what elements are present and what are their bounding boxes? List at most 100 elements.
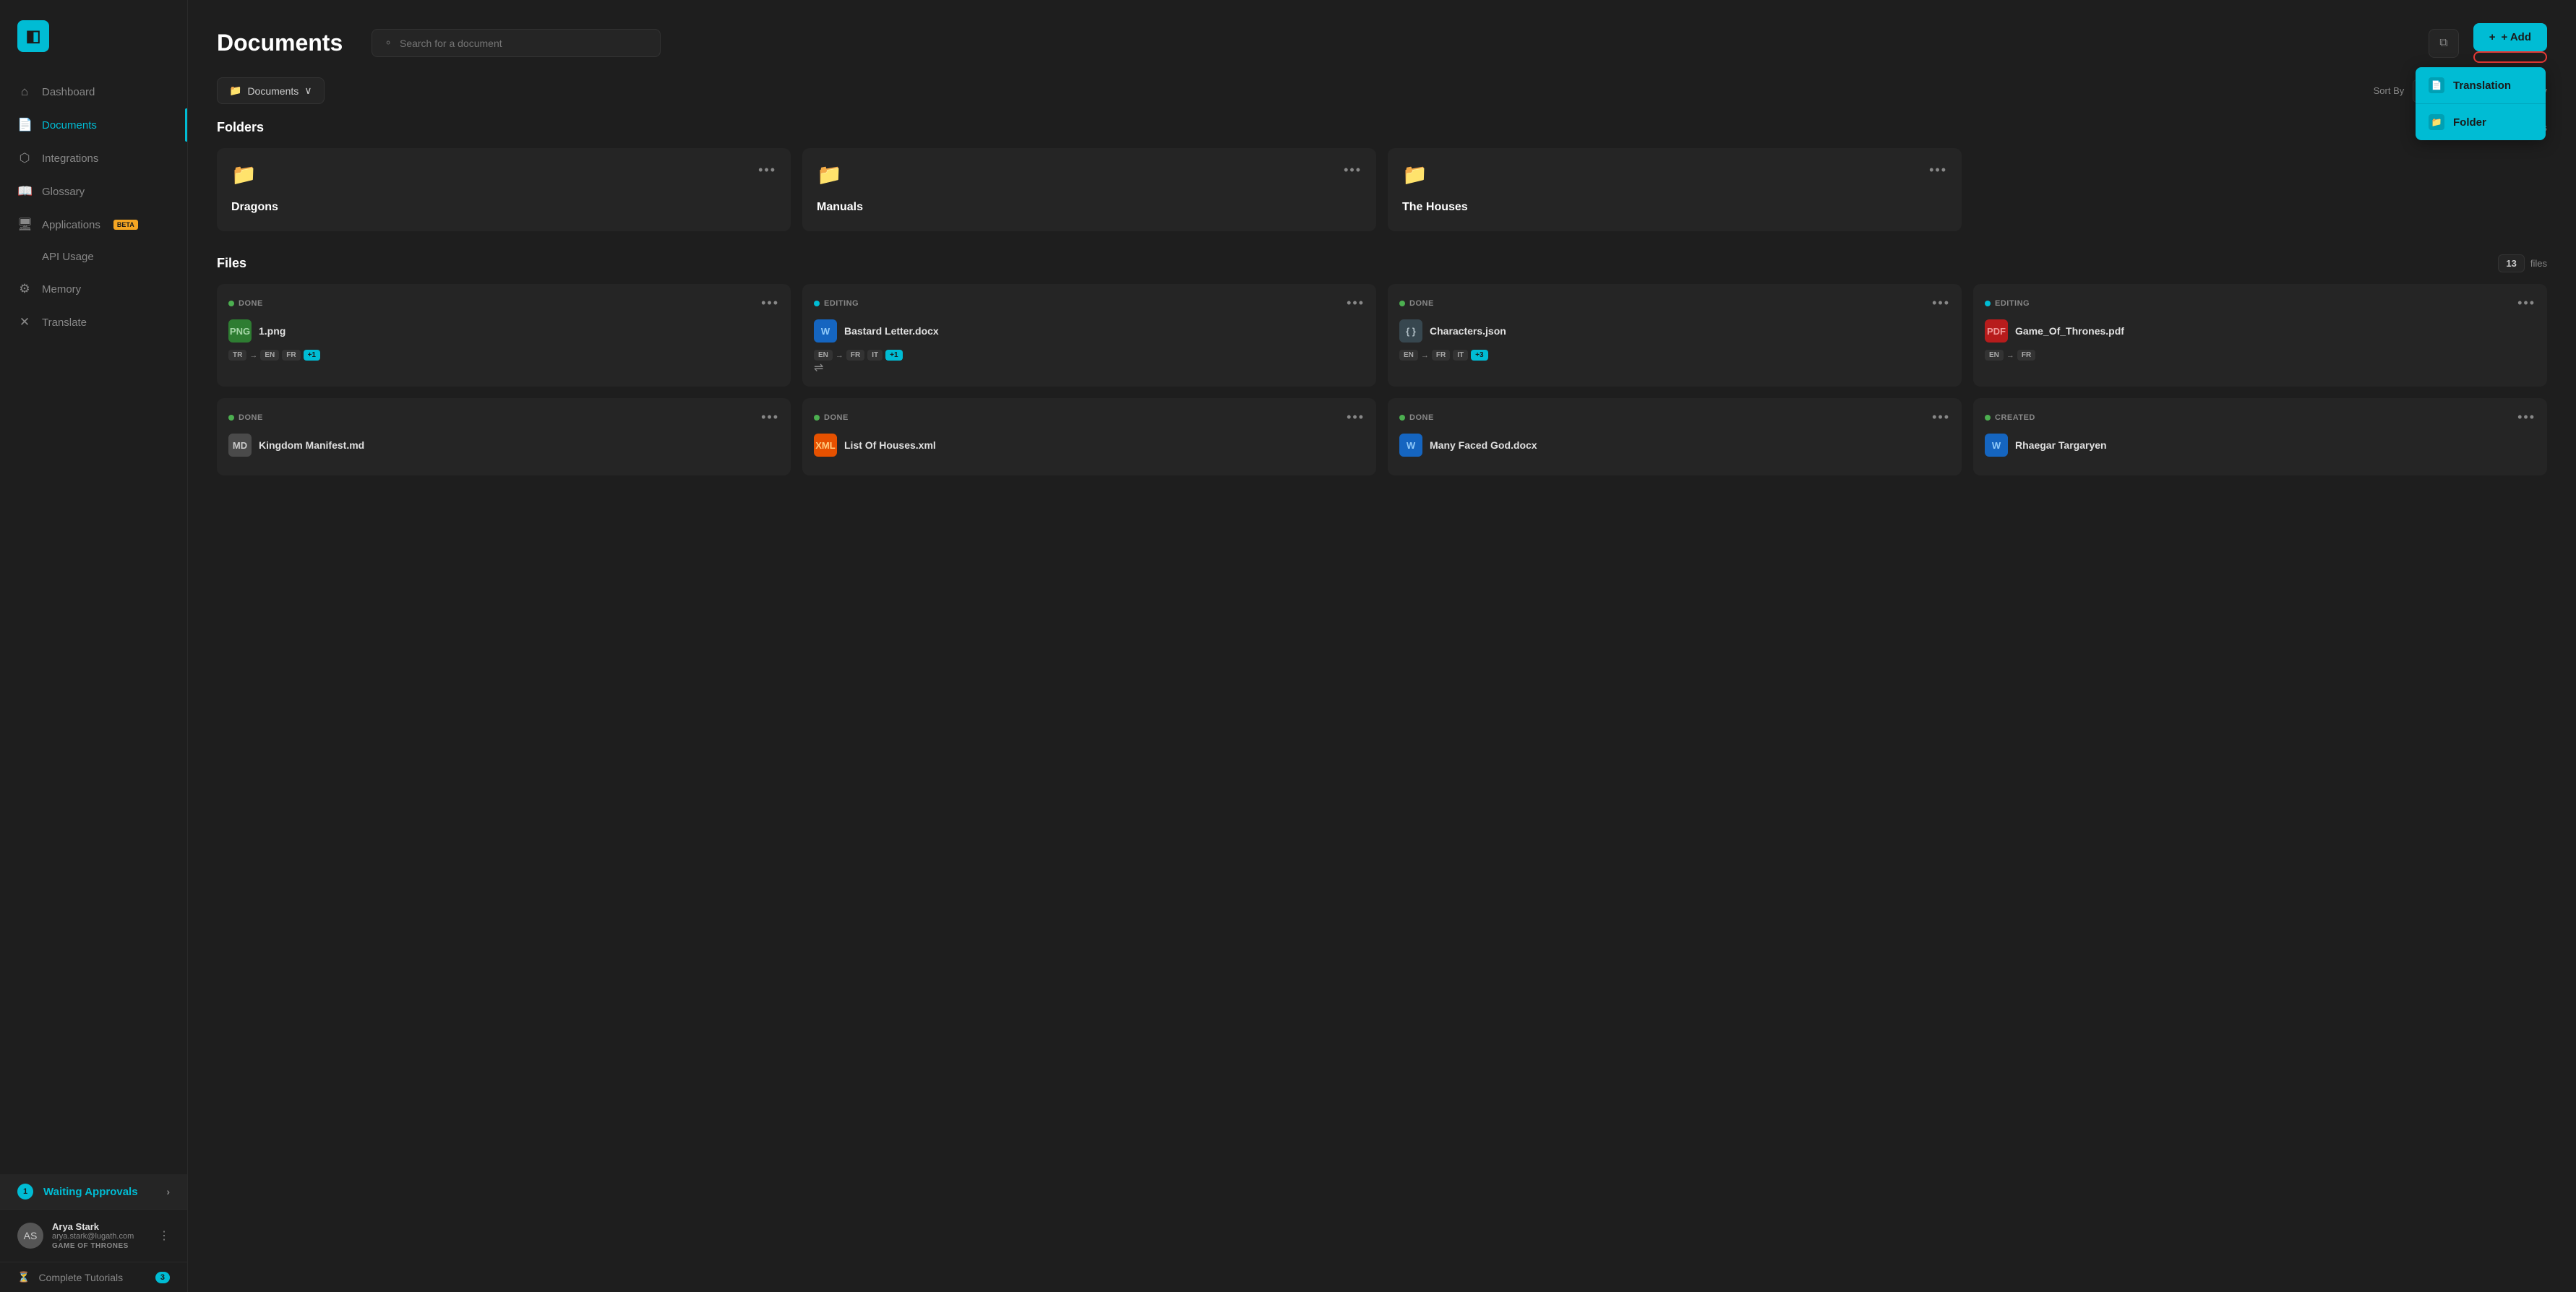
status-badge: DONE bbox=[228, 413, 263, 422]
add-button[interactable]: + + Add bbox=[2473, 23, 2547, 51]
folder-name: Dragons bbox=[231, 201, 776, 214]
folder-options-button[interactable]: ••• bbox=[1929, 163, 1947, 178]
sidebar-item-memory[interactable]: ⚙Memory bbox=[0, 272, 187, 306]
app-logo[interactable]: ◧ bbox=[17, 20, 49, 52]
filter-button[interactable]: ⧉ bbox=[2429, 29, 2458, 58]
file-card[interactable]: DONE ••• XML List Of Houses.xml bbox=[802, 398, 1376, 475]
file-card[interactable]: DONE ••• MD Kingdom Manifest.md bbox=[217, 398, 791, 475]
sidebar-item-integrations[interactable]: ⬡Integrations bbox=[0, 142, 187, 175]
file-card-top: DONE ••• bbox=[228, 296, 779, 311]
folders-title: Folders bbox=[217, 120, 264, 135]
folder-card[interactable]: 📁 ••• Dragons bbox=[217, 148, 791, 231]
folder-breadcrumb-icon: 📁 bbox=[229, 85, 241, 97]
file-card[interactable]: CREATED ••• W Rhaegar Targaryen bbox=[1973, 398, 2547, 475]
file-icon-area: W Rhaegar Targaryen bbox=[1985, 434, 2536, 457]
file-name: List Of Houses.xml bbox=[844, 439, 936, 451]
lang-tag: FR bbox=[282, 350, 300, 361]
file-icon-area: PDF Game_Of_Thrones.pdf bbox=[1985, 319, 2536, 343]
file-card-top: DONE ••• bbox=[1399, 410, 1950, 425]
file-options-button[interactable]: ••• bbox=[2517, 410, 2536, 425]
file-options-button[interactable]: ••• bbox=[761, 410, 779, 425]
lang-tag: EN bbox=[1985, 350, 2004, 361]
tutorials-bar[interactable]: ⏳ Complete Tutorials 3 bbox=[0, 1262, 187, 1292]
sidebar-item-api-usage[interactable]: API Usage bbox=[0, 241, 187, 272]
breadcrumb-label: Documents bbox=[247, 85, 299, 97]
file-icon-area: W Bastard Letter.docx bbox=[814, 319, 1365, 343]
file-options-button[interactable]: ••• bbox=[1347, 410, 1365, 425]
user-menu-button[interactable]: ⋮ bbox=[158, 1228, 170, 1243]
status-dot bbox=[814, 415, 820, 421]
sidebar-item-waiting-approvals[interactable]: 1 Waiting Approvals › bbox=[0, 1174, 187, 1209]
files-section-header: Files 13 files bbox=[217, 254, 2547, 272]
dashboard-icon: ⌂ bbox=[17, 85, 32, 99]
sidebar-label-integrations: Integrations bbox=[42, 152, 98, 165]
lang-tag: TR bbox=[228, 350, 246, 361]
search-bar[interactable]: ⚬ bbox=[372, 29, 661, 57]
status-dot bbox=[814, 301, 820, 306]
file-options-button[interactable]: ••• bbox=[1932, 296, 1950, 311]
file-options-button[interactable]: ••• bbox=[761, 296, 779, 311]
sidebar-item-dashboard[interactable]: ⌂Dashboard bbox=[0, 75, 187, 108]
hourglass-icon: ⏳ bbox=[17, 1271, 30, 1283]
folder-card-top: 📁 ••• bbox=[231, 163, 776, 186]
file-card-top: DONE ••• bbox=[1399, 296, 1950, 311]
file-card-top: EDITING ••• bbox=[1985, 296, 2536, 311]
breadcrumb-documents[interactable]: 📁 Documents ∨ bbox=[217, 77, 325, 104]
sidebar-item-glossary[interactable]: 📖Glossary bbox=[0, 175, 187, 208]
sidebar-item-translate[interactable]: ✕Translate bbox=[0, 306, 187, 339]
file-type-icon: { } bbox=[1399, 319, 1422, 343]
applications-icon: 🖥 bbox=[17, 218, 32, 232]
sidebar-item-applications[interactable]: 🖥ApplicationsBETA bbox=[0, 208, 187, 241]
main-content: Documents ⚬ ⧉ + + Add 📄 Translation bbox=[188, 0, 2576, 1292]
folder-card[interactable]: 📁 ••• The Houses bbox=[1388, 148, 1962, 231]
folder-icon: 📁 bbox=[1402, 163, 1427, 186]
logo-area[interactable]: ◧ bbox=[0, 0, 187, 69]
arrow-icon: → bbox=[2006, 351, 2014, 360]
search-input[interactable] bbox=[400, 38, 648, 49]
sidebar-item-documents[interactable]: 📄Documents bbox=[0, 108, 187, 142]
sidebar-label-documents: Documents bbox=[42, 119, 97, 132]
file-type-icon: MD bbox=[228, 434, 252, 457]
file-icon-area: MD Kingdom Manifest.md bbox=[228, 434, 779, 457]
file-card[interactable]: DONE ••• { } Characters.json EN→FRIT+3 bbox=[1388, 284, 1962, 387]
folder-options-button[interactable]: ••• bbox=[1344, 163, 1362, 178]
file-type-icon: W bbox=[1985, 434, 2008, 457]
file-card[interactable]: EDITING ••• W Bastard Letter.docx EN→FRI… bbox=[802, 284, 1376, 387]
file-options-button[interactable]: ••• bbox=[2517, 296, 2536, 311]
main-header: Documents ⚬ ⧉ + + Add 📄 Translation bbox=[188, 0, 2576, 77]
status-dot bbox=[1985, 301, 1991, 306]
dropdown-item-folder[interactable]: 📁 Folder bbox=[2416, 104, 2546, 140]
folder-options-button[interactable]: ••• bbox=[758, 163, 776, 178]
file-options-button[interactable]: ••• bbox=[1347, 296, 1365, 311]
add-icon: + bbox=[2489, 31, 2496, 43]
dropdown-item-translation[interactable]: 📄 Translation bbox=[2416, 67, 2546, 104]
filter-icon: ⧉ bbox=[2439, 37, 2447, 50]
sidebar: ◧ ⌂Dashboard📄Documents⬡Integrations📖Glos… bbox=[0, 0, 188, 1292]
sidebar-label-api-usage: API Usage bbox=[42, 251, 94, 263]
user-tag: GAME OF THRONES bbox=[52, 1242, 150, 1250]
files-count-area: 13 files bbox=[2498, 254, 2547, 272]
file-card[interactable]: EDITING ••• PDF Game_Of_Thrones.pdf EN→F… bbox=[1973, 284, 2547, 387]
lang-tag: FR bbox=[2017, 350, 2035, 361]
add-dropdown-container: 📄 Translation 📁 Folder bbox=[2473, 51, 2547, 63]
tutorials-count: 3 bbox=[155, 1272, 170, 1283]
sidebar-label-translate: Translate bbox=[42, 316, 87, 329]
file-options-button[interactable]: ••• bbox=[1932, 410, 1950, 425]
folder-card[interactable]: 📁 ••• Manuals bbox=[802, 148, 1376, 231]
glossary-icon: 📖 bbox=[17, 184, 32, 199]
status-badge: DONE bbox=[1399, 413, 1434, 422]
file-name: Many Faced God.docx bbox=[1430, 439, 1537, 451]
extra-langs-badge: +1 bbox=[885, 350, 902, 361]
files-grid: DONE ••• PNG 1.png TR→ENFR+1 EDITING •••… bbox=[217, 284, 2547, 475]
user-email: arya.stark@lugath.com bbox=[52, 1232, 150, 1241]
waiting-approvals-label: Waiting Approvals bbox=[43, 1186, 138, 1198]
file-card-top: EDITING ••• bbox=[814, 296, 1365, 311]
file-card[interactable]: DONE ••• PNG 1.png TR→ENFR+1 bbox=[217, 284, 791, 387]
file-card[interactable]: DONE ••• W Many Faced God.docx bbox=[1388, 398, 1962, 475]
file-tags: EN→FRIT+1 bbox=[814, 350, 1365, 361]
folder-icon: 📁 bbox=[2429, 114, 2444, 130]
file-tags: EN→FRIT+3 bbox=[1399, 350, 1950, 361]
folder-name: Manuals bbox=[817, 201, 1362, 214]
lang-tag: EN bbox=[1399, 350, 1418, 361]
breadcrumb-row: 📁 Documents ∨ Sort By Alphabetically ∨ O… bbox=[217, 77, 2547, 104]
